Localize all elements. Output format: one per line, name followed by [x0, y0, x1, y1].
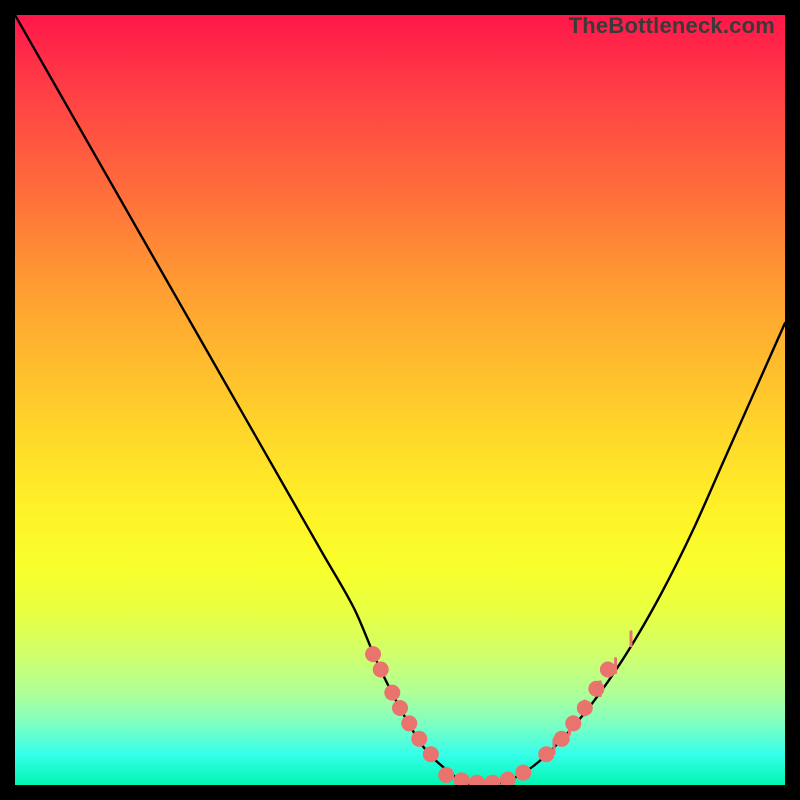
marker-dot	[484, 775, 500, 785]
marker-dot	[454, 772, 470, 785]
marker-dot	[500, 772, 516, 785]
chart-plot-area: TheBottleneck.com	[15, 15, 785, 785]
marker-dot	[401, 715, 417, 731]
marker-dot	[554, 731, 570, 747]
marker-dot	[384, 685, 400, 701]
marker-dot	[423, 746, 439, 762]
marker-dot	[600, 662, 616, 678]
marker-dot	[515, 765, 531, 781]
marker-dot	[469, 775, 485, 785]
marker-dot	[438, 767, 454, 783]
marker-dot	[411, 731, 427, 747]
marker-dot	[565, 715, 581, 731]
watermark-text: TheBottleneck.com	[569, 13, 775, 39]
marker-dot	[373, 662, 389, 678]
chart-svg	[15, 15, 785, 785]
bottleneck-curve	[15, 15, 785, 785]
marker-dot	[588, 681, 604, 697]
marker-dot	[392, 700, 408, 716]
marker-dot	[365, 646, 381, 662]
marker-dot	[538, 746, 554, 762]
